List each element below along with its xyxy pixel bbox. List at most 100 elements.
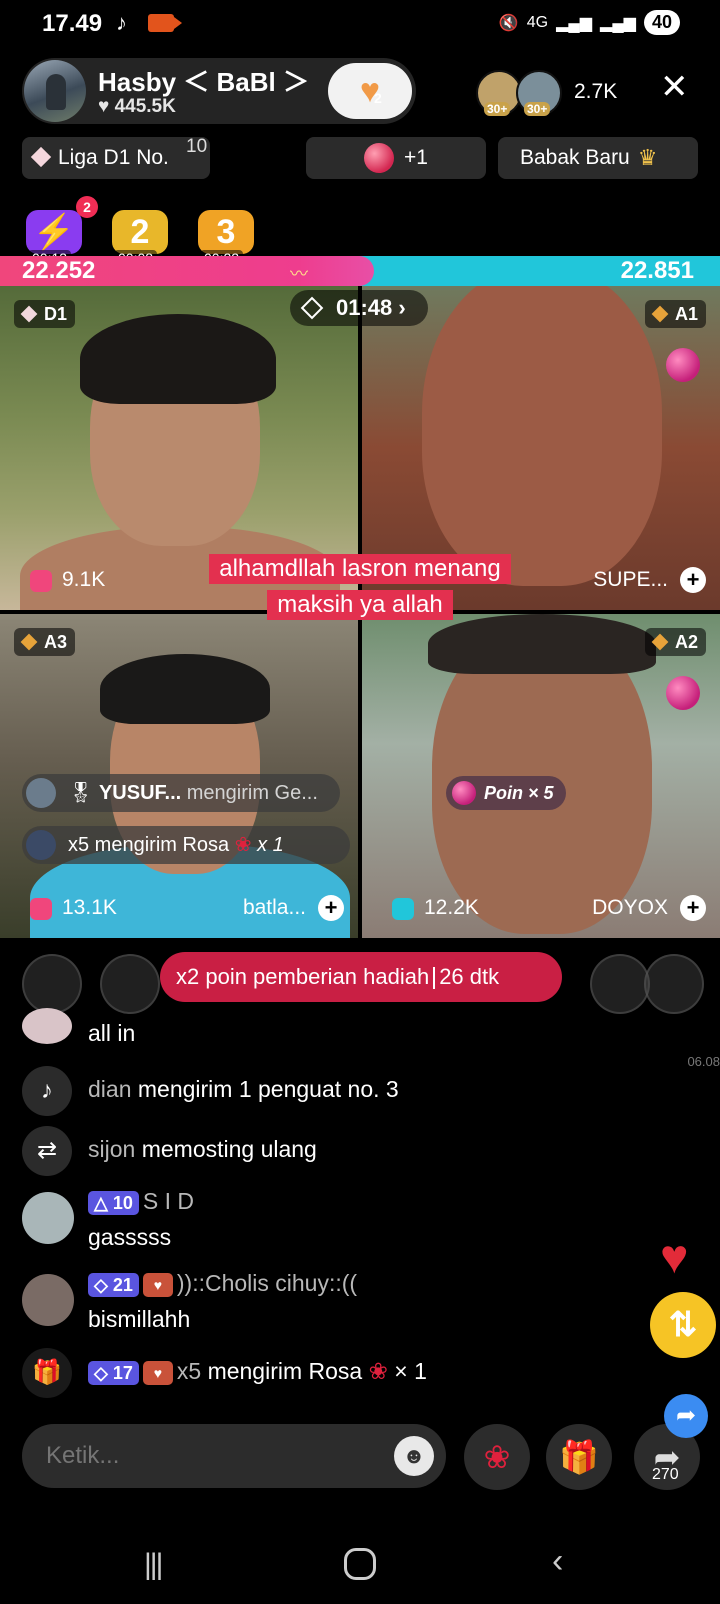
diamond-icon xyxy=(30,146,52,168)
caption-text: maksih ya allah xyxy=(267,590,453,620)
guest-name-label: DOYOX xyxy=(592,896,668,919)
rose-icon: ❀ xyxy=(368,1358,388,1384)
gift-icon: 🎁 xyxy=(22,1348,72,1398)
score-left: 22.252 xyxy=(22,257,96,284)
level-badge: ◇ 21 xyxy=(88,1272,139,1297)
lightning-icon: ⚡ xyxy=(26,210,82,254)
bonus-countdown: 26 dtk xyxy=(439,964,500,989)
home-icon[interactable] xyxy=(344,1548,376,1580)
rank-tag-label: A3 xyxy=(44,632,68,652)
battle-timer[interactable]: 01:48 › xyxy=(290,290,428,326)
rank-tag-label: D1 xyxy=(44,304,68,324)
tile-score-value: 12.2K xyxy=(424,896,479,919)
caption-line-1: alhamdllah lasron menang xyxy=(0,554,720,584)
host-avatar[interactable] xyxy=(24,60,86,122)
tile-video-hair xyxy=(428,614,656,674)
back-icon[interactable]: ‹ xyxy=(552,1542,563,1581)
viewer-avatar[interactable]: 30+ xyxy=(516,70,562,116)
repost-icon: ⇄ xyxy=(22,1126,72,1176)
video-recording-icon xyxy=(148,14,182,32)
signal-icon: ▂▄▆ xyxy=(556,14,593,32)
follow-heart-button[interactable]: ♥ 2 xyxy=(328,63,412,119)
rose-icon: ❀ xyxy=(234,834,252,856)
new-round-pill[interactable]: Babak Baru ♛ xyxy=(498,137,698,179)
crown-icon: ♛ xyxy=(637,145,658,170)
gift-count: × 1 xyxy=(394,1358,427,1384)
host-info[interactable]: Hasby ＜ BaBl ＞ ♥ 445.5K ♥ 2 xyxy=(22,58,416,124)
guest-name[interactable]: DOYOX + xyxy=(592,892,706,924)
level-value: 10 xyxy=(112,1192,133,1213)
follow-badge: 2 xyxy=(374,90,382,106)
rank-tag-label: A1 xyxy=(674,304,698,324)
boost-ball-icon xyxy=(452,781,476,805)
avatar[interactable] xyxy=(22,1274,74,1326)
chat-text: mengirim 1 penguat no. 3 xyxy=(137,1076,399,1102)
chat-user[interactable]: ))::Cholis cihuy::(( xyxy=(177,1270,357,1296)
level-value: 21 xyxy=(112,1274,133,1295)
emoji-icon[interactable]: ☻ xyxy=(394,1436,434,1476)
tile-video-hair xyxy=(80,314,276,404)
gift-notice: 🎖 YUSUF... mengirim Ge... xyxy=(22,774,340,812)
host-likes: ♥ 445.5K xyxy=(98,96,176,117)
side-time: 06.08 xyxy=(687,1054,720,1069)
diamond-icon xyxy=(300,296,324,320)
boost-value: +1 xyxy=(404,146,428,169)
diamond-icon xyxy=(651,305,669,323)
guest-name-label: batla... xyxy=(242,896,306,919)
network-label: 4G xyxy=(526,13,549,31)
battery-indicator: 40 xyxy=(643,10,680,35)
tile-video-hair xyxy=(100,654,270,724)
follow-plus-button[interactable]: + xyxy=(680,895,706,921)
avatar[interactable] xyxy=(644,954,704,1014)
viewer-count[interactable]: 2.7K xyxy=(574,80,617,104)
comment-input[interactable] xyxy=(22,1424,446,1488)
tile-score-value: 13.1K xyxy=(62,896,117,919)
chat-text: bismillahh xyxy=(88,1306,191,1332)
chat-user[interactable]: dian xyxy=(88,1076,131,1102)
status-indicators: 🔇 4G ▂▄▆ ▂▄▆ 40 xyxy=(499,10,680,35)
gift-button[interactable]: 🎁 xyxy=(546,1424,612,1490)
follow-plus-button[interactable]: + xyxy=(318,895,344,921)
rank-tag-label: A2 xyxy=(674,632,698,652)
avatar[interactable] xyxy=(22,1008,72,1044)
diamond-icon xyxy=(20,633,38,651)
chat-text: all in xyxy=(88,1020,136,1046)
chat-user[interactable]: S I D xyxy=(143,1188,194,1214)
chat-user[interactable]: x5 xyxy=(177,1358,201,1384)
avatar[interactable] xyxy=(22,954,82,1014)
share-count: 270 xyxy=(652,1466,679,1483)
level-badge: △ 10 xyxy=(88,1190,139,1215)
notice-count: x 1 xyxy=(257,834,284,856)
guest-name[interactable]: batla... + xyxy=(243,892,344,924)
tiktok-icon: ♪ xyxy=(22,1066,72,1116)
gift-notice: x5 mengirim Rosa ❀ x 1 xyxy=(22,826,350,864)
viewer-badge: 30+ xyxy=(484,102,511,116)
close-button[interactable]: ✕ xyxy=(660,70,689,104)
caption-line-2: maksih ya allah xyxy=(0,590,720,620)
avatar[interactable] xyxy=(22,1192,74,1244)
share-arrow-icon[interactable]: ➦ xyxy=(664,1394,708,1438)
diamond-icon xyxy=(651,633,669,651)
avatar[interactable] xyxy=(100,954,160,1014)
rank-tag: D1 xyxy=(14,300,76,328)
chat-user[interactable]: sijon xyxy=(88,1136,135,1162)
rose-icon: ❀ xyxy=(483,1439,511,1475)
viewer-badge: 30+ xyxy=(524,102,551,116)
boost-pill[interactable]: +1 xyxy=(306,137,486,179)
rank-tag: A2 xyxy=(644,628,706,656)
host-name: Hasby ＜ BaBl ＞ xyxy=(98,67,309,97)
top-viewers[interactable]: 30+ 30+ xyxy=(476,70,566,118)
league-rank: 10 xyxy=(186,136,208,157)
like-heart-icon[interactable]: ♥ xyxy=(660,1234,689,1282)
separator xyxy=(433,967,436,990)
medal-icon: 🎖 xyxy=(68,782,94,804)
battle-timer-value: 01:48 xyxy=(336,295,393,320)
repost-button[interactable]: ⇅ xyxy=(650,1292,716,1358)
chat-text: memosting ulang xyxy=(141,1136,317,1162)
score-right: 22.851 xyxy=(620,257,694,284)
rose-gift-button[interactable]: ❀ xyxy=(464,1424,530,1490)
avatar[interactable] xyxy=(590,954,650,1014)
recent-apps-icon[interactable]: ||| xyxy=(144,1548,163,1582)
chat-text: mengirim Rosa xyxy=(207,1358,363,1384)
league-pill[interactable]: Liga D1 No. xyxy=(22,137,210,179)
